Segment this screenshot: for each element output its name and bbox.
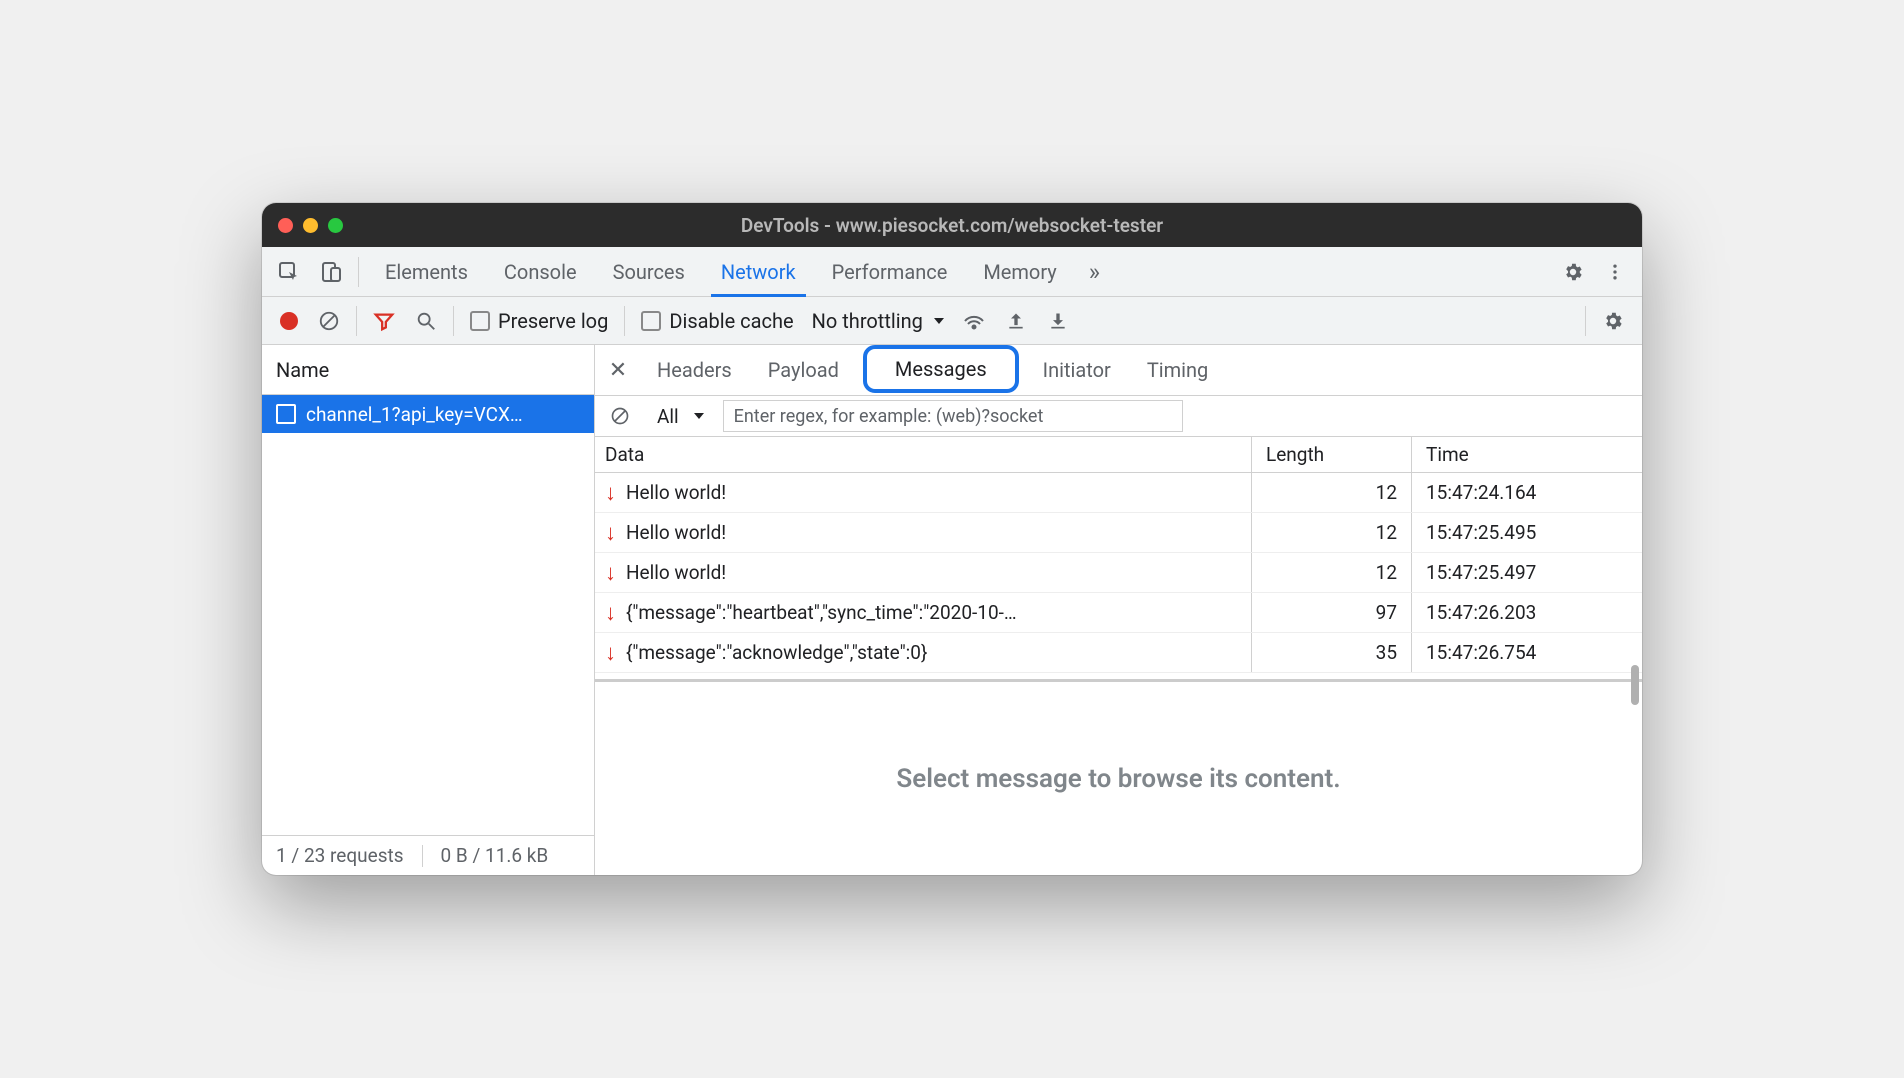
clear-icon[interactable] [310, 302, 348, 340]
body-split: Name channel_1?api_key=VCX… 1 / 23 reque… [262, 345, 1642, 875]
detail-tab-payload[interactable]: Payload [750, 345, 857, 395]
message-filter-bar: All Enter regex, for example: (web)?sock… [595, 395, 1642, 437]
status-requests: 1 / 23 requests [276, 844, 404, 867]
message-time: 15:47:25.495 [1412, 513, 1642, 552]
message-row[interactable]: ↓ {"message":"acknowledge","state":0} 3515… [595, 633, 1642, 673]
download-har-icon[interactable] [1039, 302, 1077, 340]
close-window-button[interactable] [278, 218, 293, 233]
message-type-filter[interactable]: All [647, 405, 715, 428]
messages-table-header: Data Length Time [595, 437, 1642, 473]
titlebar: DevTools - www.piesocket.com/websocket-t… [262, 203, 1642, 247]
maximize-window-button[interactable] [328, 218, 343, 233]
separator [624, 306, 625, 336]
tab-memory[interactable]: Memory [965, 247, 1074, 296]
arrow-down-icon: ↓ [605, 520, 616, 546]
status-transfer: 0 B / 11.6 kB [441, 844, 549, 867]
record-button[interactable] [280, 312, 298, 330]
upload-har-icon[interactable] [997, 302, 1035, 340]
more-tabs-button[interactable]: » [1079, 258, 1110, 286]
message-row[interactable]: ↓ {"message":"heartbeat","sync_time":"202… [595, 593, 1642, 633]
close-detail-button[interactable]: ✕ [601, 353, 635, 387]
inspect-element-icon[interactable] [270, 253, 308, 291]
throttling-select[interactable]: No throttling [806, 309, 951, 333]
request-row[interactable]: channel_1?api_key=VCX… [262, 395, 594, 433]
messages-table: Data Length Time ↓Hello world!1215:47:24… [595, 437, 1642, 673]
regex-filter-input[interactable]: Enter regex, for example: (web)?socket [723, 400, 1183, 432]
arrow-down-icon: ↓ [605, 560, 616, 586]
message-time: 15:47:25.497 [1412, 553, 1642, 592]
detail-tabs: ✕ HeadersPayloadMessagesInitiatorTiming [595, 345, 1642, 395]
request-name: channel_1?api_key=VCX… [306, 403, 523, 426]
minimize-window-button[interactable] [303, 218, 318, 233]
tab-elements[interactable]: Elements [367, 247, 486, 296]
message-placeholder: Select message to browse its content. [595, 679, 1642, 875]
arrow-down-icon: ↓ [605, 480, 616, 506]
message-row[interactable]: ↓ Hello world! 1215:47:25.497 [595, 553, 1642, 593]
websocket-icon [276, 404, 296, 424]
message-time: 15:47:26.754 [1412, 633, 1642, 672]
clear-messages-icon[interactable] [601, 397, 639, 435]
separator [453, 306, 454, 336]
separator [1585, 306, 1586, 336]
window-title: DevTools - www.piesocket.com/websocket-t… [741, 214, 1163, 237]
preserve-log-label: Preserve log [498, 309, 608, 333]
message-length: 35 [1252, 633, 1412, 672]
message-length: 12 [1252, 473, 1412, 512]
disable-cache-checkbox[interactable]: Disable cache [633, 309, 801, 333]
filter-icon[interactable] [365, 302, 403, 340]
message-length: 97 [1252, 593, 1412, 632]
kebab-menu-icon[interactable] [1596, 253, 1634, 291]
message-length: 12 [1252, 553, 1412, 592]
message-row[interactable]: ↓ Hello world! 1215:47:25.495 [595, 513, 1642, 553]
main-tabs: ElementsConsoleSourcesNetworkPerformance… [262, 247, 1642, 297]
arrow-down-icon: ↓ [605, 640, 616, 666]
message-data: {"message":"acknowledge","state":0} [626, 641, 927, 664]
search-icon[interactable] [407, 302, 445, 340]
detail-tab-messages[interactable]: Messages [863, 345, 1019, 393]
settings-icon[interactable] [1554, 253, 1592, 291]
detail-pane: ✕ HeadersPayloadMessagesInitiatorTiming … [595, 345, 1642, 875]
arrow-down-icon: ↓ [605, 600, 616, 626]
network-conditions-icon[interactable] [955, 302, 993, 340]
message-time: 15:47:24.164 [1412, 473, 1642, 512]
requests-pane: Name channel_1?api_key=VCX… 1 / 23 reque… [262, 345, 595, 875]
disable-cache-label: Disable cache [669, 309, 793, 333]
detail-tab-initiator[interactable]: Initiator [1025, 345, 1129, 395]
message-length: 12 [1252, 513, 1412, 552]
tab-console[interactable]: Console [486, 247, 595, 296]
message-time: 15:47:26.203 [1412, 593, 1642, 632]
message-type-label: All [657, 405, 679, 428]
message-data: {"message":"heartbeat","sync_time":"2020… [626, 601, 1017, 624]
requests-header-name[interactable]: Name [262, 345, 594, 395]
devtools-window: DevTools - www.piesocket.com/websocket-t… [262, 203, 1642, 875]
separator [358, 257, 359, 287]
scrollbar-thumb[interactable] [1631, 665, 1639, 705]
detail-tab-timing[interactable]: Timing [1129, 345, 1226, 395]
preserve-log-checkbox[interactable]: Preserve log [462, 309, 616, 333]
header-length[interactable]: Length [1252, 437, 1412, 472]
regex-placeholder: Enter regex, for example: (web)?socket [734, 406, 1044, 427]
message-data: Hello world! [626, 521, 726, 544]
tab-performance[interactable]: Performance [814, 247, 966, 296]
message-data: Hello world! [626, 561, 726, 584]
throttling-label: No throttling [812, 309, 923, 333]
separator [356, 306, 357, 336]
network-settings-icon[interactable] [1594, 302, 1632, 340]
message-row[interactable]: ↓ Hello world! 1215:47:24.164 [595, 473, 1642, 513]
tab-sources[interactable]: Sources [595, 247, 703, 296]
detail-tab-headers[interactable]: Headers [639, 345, 750, 395]
network-toolbar: Preserve log Disable cache No throttling [262, 297, 1642, 345]
traffic-lights [278, 218, 343, 233]
device-toolbar-icon[interactable] [312, 253, 350, 291]
tab-network[interactable]: Network [703, 247, 814, 296]
header-time[interactable]: Time [1412, 437, 1642, 472]
status-bar: 1 / 23 requests 0 B / 11.6 kB [262, 835, 594, 875]
message-data: Hello world! [626, 481, 726, 504]
header-data[interactable]: Data [595, 437, 1252, 472]
